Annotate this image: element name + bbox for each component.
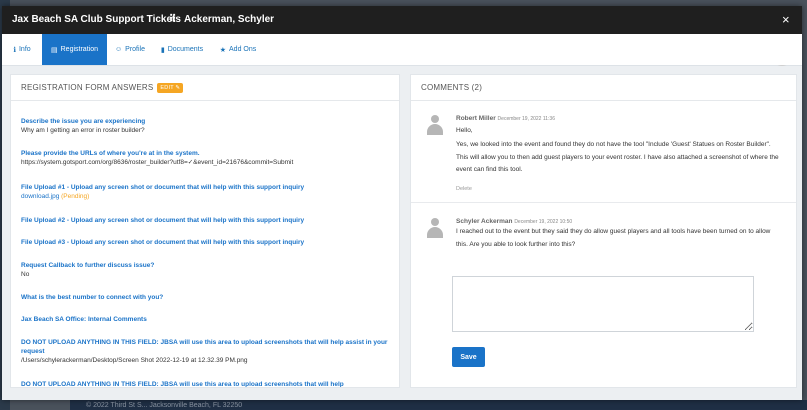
support-ticket-modal: Jax Beach SA Club Support Tickets ⠿ Acke… xyxy=(2,6,802,400)
modal-titlebar: Jax Beach SA Club Support Tickets ⠿ Acke… xyxy=(2,6,802,34)
avatar xyxy=(426,218,444,238)
info-icon: ℹ xyxy=(13,46,16,54)
form-answer: DO NOT UPLOAD ANYTHING IN THIS FIELD: JB… xyxy=(21,380,393,388)
modal-content: REGISTRATION FORM ANSWERS EDIT ✎ Describ… xyxy=(2,66,802,400)
modal-title: Jax Beach SA Club Support Tickets xyxy=(12,14,181,25)
avatar-body-shape xyxy=(427,227,443,238)
form-question: File Upload #3 - Upload any screen shot … xyxy=(21,239,305,246)
registration-header: REGISTRATION FORM ANSWERS EDIT ✎ xyxy=(11,75,399,101)
tab-add-ons[interactable]: ★ Add Ons xyxy=(214,34,262,65)
close-icon[interactable]: × xyxy=(782,12,790,27)
status-badge: (Pending) xyxy=(61,193,90,200)
drag-handle-icon[interactable]: ⠿ xyxy=(169,14,176,25)
tab-label: Info xyxy=(18,46,31,53)
file-link[interactable]: download.jpg xyxy=(21,193,59,200)
comment-text: Hello, xyxy=(456,127,473,134)
form-question: What is the best number to connect with … xyxy=(21,294,164,301)
file-icon: ▮ xyxy=(160,46,165,54)
background-footer-text: © 2022 Third St S... Jacksonville Beach,… xyxy=(86,402,243,409)
form-answer: File Upload #1 - Upload any screen shot … xyxy=(21,183,393,201)
document-icon: ▤ xyxy=(51,46,58,54)
comments-title: COMMENTS (2) xyxy=(421,83,483,92)
comment-date: December 19, 2022 11:36 xyxy=(497,116,555,122)
tab-info[interactable]: ℹ Info xyxy=(2,34,42,65)
form-answer: File Upload #2 - Upload any screen shot … xyxy=(21,216,393,225)
form-answer: File Upload #3 - Upload any screen shot … xyxy=(21,238,393,247)
form-question: Jax Beach SA Office: Internal Comments xyxy=(21,316,147,323)
avatar-head-shape xyxy=(431,115,439,123)
comment-meta: Schyler Ackerman December 19, 2022 10:50 xyxy=(456,218,572,225)
star-icon: ★ xyxy=(219,46,227,54)
avatar-head-shape xyxy=(431,218,439,226)
form-answer-value: /Users/schyleracker​man/Desktop/Screen S… xyxy=(21,357,248,364)
form-answer-value: No xyxy=(21,271,30,278)
comment-date: December 19, 2022 10:50 xyxy=(514,219,573,225)
form-answer: What is the best number to connect with … xyxy=(21,293,393,302)
form-answer-value: Why am I getting an error in roster buil… xyxy=(21,127,145,134)
avatar xyxy=(426,115,444,135)
tab-documents[interactable]: ▮ Documents xyxy=(154,34,210,65)
comment-text: Yes, we looked into the event and found … xyxy=(456,141,779,173)
form-answer: Jax Beach SA Office: Internal Comments xyxy=(21,315,393,324)
ticket-subject: Ackerman, Schyler xyxy=(184,14,275,25)
comments-panel: COMMENTS (2) Robert Miller December 19, … xyxy=(410,74,797,388)
tab-label: Documents xyxy=(167,46,204,53)
comment-author: Robert Miller xyxy=(456,115,496,122)
tab-label: Registration xyxy=(60,46,98,53)
form-answer-value: https://system.gotsport.com/org/8636/ros… xyxy=(21,159,294,166)
delete-link[interactable]: Delete xyxy=(456,186,472,192)
form-question: Request Callback to further discuss issu… xyxy=(21,262,155,269)
comment-reply-input[interactable] xyxy=(452,276,754,332)
tab-label: Profile xyxy=(125,46,145,53)
registration-panel: REGISTRATION FORM ANSWERS EDIT ✎ Describ… xyxy=(10,74,400,388)
form-answer: DO NOT UPLOAD ANYTHING IN THIS FIELD: JB… xyxy=(21,338,393,365)
form-question: File Upload #1 - Upload any screen shot … xyxy=(21,184,305,191)
form-answer-value: download.jpg (Pending) xyxy=(21,192,393,201)
comment-text: I reached out to the event but they said… xyxy=(456,228,771,248)
tab-profile[interactable]: ☺ Profile xyxy=(110,34,150,65)
tab-label: Add Ons xyxy=(229,46,257,53)
form-answer: Describe the issue you are experiencing … xyxy=(21,117,393,135)
comment-author: Schyler Ackerman xyxy=(456,218,513,225)
comments-header: COMMENTS (2) xyxy=(411,75,796,101)
registration-title: REGISTRATION FORM ANSWERS xyxy=(21,83,154,92)
comment-meta: Robert Miller December 19, 2022 11:36 xyxy=(456,115,555,122)
form-question: Describe the issue you are experiencing xyxy=(21,118,146,125)
form-answer: Please provide the URLs of where you're … xyxy=(21,149,393,167)
form-answer: Request Callback to further discuss issu… xyxy=(21,261,393,279)
avatar-body-shape xyxy=(427,124,443,135)
save-button[interactable]: Save xyxy=(452,347,485,367)
form-question: File Upload #2 - Upload any screen shot … xyxy=(21,217,305,224)
form-question: Please provide the URLs of where you're … xyxy=(21,150,200,157)
comment-divider xyxy=(411,202,796,203)
form-question: DO NOT UPLOAD ANYTHING IN THIS FIELD: JB… xyxy=(21,339,388,355)
tab-registration[interactable]: ▤ Registration xyxy=(42,34,107,65)
profile-icon: ☺ xyxy=(115,46,123,53)
form-question: DO NOT UPLOAD ANYTHING IN THIS FIELD: JB… xyxy=(21,381,344,388)
edit-button[interactable]: EDIT ✎ xyxy=(157,82,184,93)
tab-bar: ℹ Info ▤ Registration ☺ Profile ▮ Docume… xyxy=(2,34,802,87)
